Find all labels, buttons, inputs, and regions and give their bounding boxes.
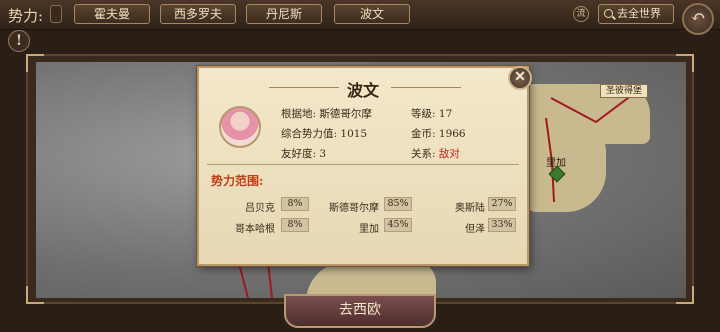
territory-name: 奥斯陆 [455, 203, 485, 214]
power-label: 综合势力值: [281, 128, 338, 140]
base-label: 根据地: [281, 108, 317, 120]
territory-pct: 8% [281, 218, 309, 232]
tab-huofuman[interactable]: 霍夫曼 [74, 4, 150, 24]
level-label: 等级: [411, 108, 436, 120]
alert-icon[interactable]: ! [8, 30, 30, 52]
power-row: 综合势力值: 1015 [281, 126, 367, 141]
avatar [219, 106, 261, 148]
territory-pct: 33% [488, 218, 516, 232]
faction-info-panel: 波文 ✕ 根据地: 斯德哥尔摩 综合势力值: 1015 友好度: 3 等级: 1… [197, 66, 532, 266]
favor-value: 3 [319, 148, 327, 160]
base-row: 根据地: 斯德哥尔摩 [281, 106, 372, 121]
base-value: 斯德哥尔摩 [319, 108, 372, 120]
panel-title: 波文 [346, 81, 379, 100]
territory-name: 里加 [359, 224, 379, 235]
tab-xiduoluofu[interactable]: 西多罗夫 [160, 4, 236, 24]
gold-value: 1966 [438, 128, 466, 140]
frame-corner [676, 54, 694, 72]
level-row: 等级: 17 [411, 106, 452, 121]
frame-corner [676, 286, 694, 304]
search-icon [604, 9, 613, 18]
back-arrow-icon[interactable]: ↶ [682, 3, 714, 35]
relation-value: 敌对 [438, 148, 460, 160]
faction-label: 势力: [8, 7, 44, 25]
top-bar: 势力: 霍夫曼 西多罗夫 丹尼斯 波文 流 去全世界 [0, 0, 720, 30]
favor-label: 友好度: [281, 148, 317, 160]
territory-pct: 85% [384, 197, 412, 211]
level-value: 17 [438, 108, 453, 120]
territory-pct: 8% [281, 197, 309, 211]
gold-row: 金币: 1966 [411, 126, 466, 141]
power-value: 1015 [340, 128, 368, 140]
gold-label: 金币: [411, 128, 436, 140]
range-heading: 势力范围: [211, 174, 264, 188]
tab-bowen[interactable]: 波文 [334, 4, 410, 24]
flow-icon[interactable]: 流 [573, 6, 589, 22]
tab-danisi[interactable]: 丹尼斯 [246, 4, 322, 24]
territory-name: 斯德哥尔摩 [329, 203, 379, 214]
territory-pct: 45% [384, 218, 412, 232]
go-world-button[interactable]: 去全世界 [598, 4, 674, 24]
frame-corner [26, 54, 44, 72]
territory-name: 哥本哈根 [235, 224, 275, 235]
city-flag-stpetersburg[interactable]: 圣彼得堡 [600, 84, 649, 98]
close-icon[interactable]: ✕ [508, 66, 532, 90]
territory-name: 吕贝克 [245, 203, 275, 214]
go-world-label: 去全世界 [617, 7, 661, 20]
favor-row: 友好度: 3 [281, 146, 326, 161]
frame-corner [26, 286, 44, 304]
relation-label: 关系: [411, 148, 436, 160]
faction-selector[interactable] [50, 5, 62, 23]
territory-name: 但泽 [465, 224, 485, 235]
relation-row: 关系: 敌对 [411, 146, 460, 161]
divider [207, 164, 519, 165]
territory-pct: 27% [488, 197, 516, 211]
go-europe-button[interactable]: 去西欧 [284, 294, 436, 328]
